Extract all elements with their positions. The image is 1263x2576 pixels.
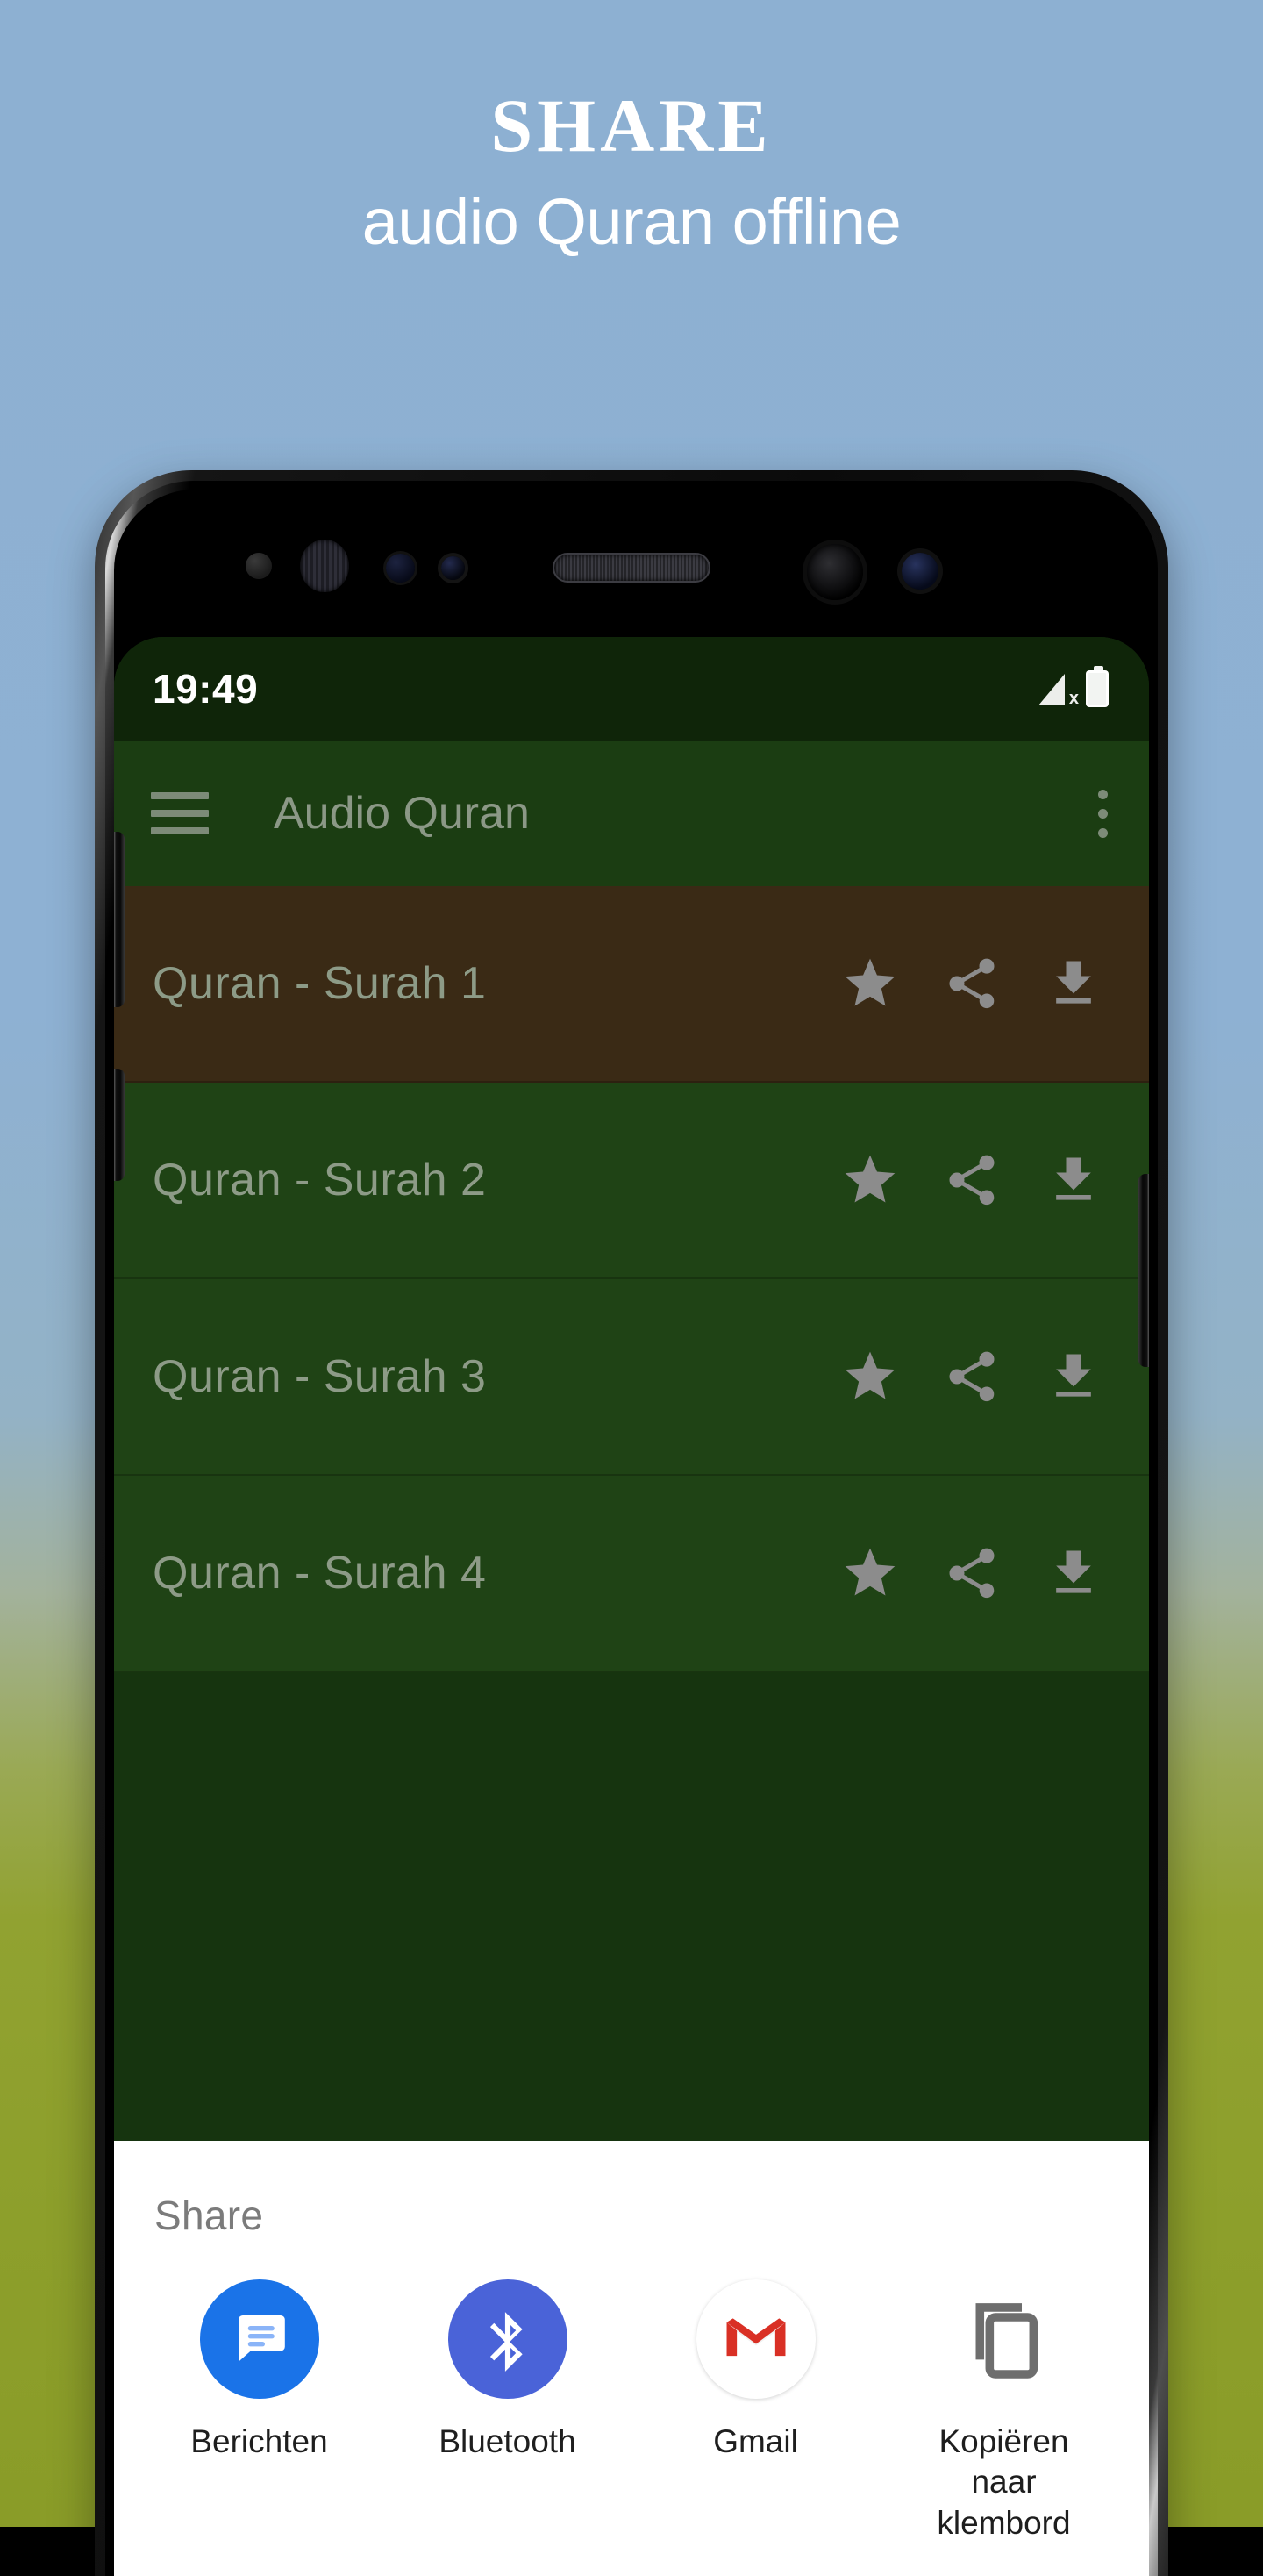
download-icon[interactable] (1044, 1543, 1103, 1603)
hamburger-menu-icon[interactable] (151, 792, 209, 834)
row-action-group (840, 954, 1103, 1013)
row-action-group (840, 1347, 1103, 1406)
share-target[interactable]: Berichten (135, 2279, 383, 2544)
share-icon[interactable] (942, 1347, 1002, 1406)
bluetooth-icon[interactable] (447, 2279, 567, 2399)
gmail-icon[interactable] (696, 2279, 816, 2399)
share-target-label: Kopiëren naar klembord (937, 2423, 1071, 2541)
share-icon[interactable] (942, 1543, 1002, 1603)
phone-bezel: 19:49 x Audio Quran Quran - Surah 1 Qura… (114, 490, 1149, 2576)
secondary-sensor-icon (902, 553, 938, 590)
share-sheet: Share Berichten Bluetooth Gmail Kopiëren na… (114, 2141, 1149, 2576)
download-icon[interactable] (1044, 1347, 1103, 1406)
share-target-label: Bluetooth (439, 2423, 576, 2459)
share-target[interactable]: Kopiëren naar klembord (880, 2279, 1128, 2544)
surah-title: Quran - Surah 3 (153, 1351, 487, 1402)
app-bar-title: Audio Quran (274, 788, 530, 839)
table-row[interactable]: Quran - Surah 2 (114, 1083, 1149, 1279)
table-row[interactable]: Quran - Surah 3 (114, 1279, 1149, 1476)
promo-title: SHARE (490, 83, 773, 168)
star-icon[interactable] (840, 954, 900, 1013)
share-target-label: Gmail (713, 2423, 798, 2459)
share-target-grid: Berichten Bluetooth Gmail Kopiëren naar kle… (114, 2239, 1149, 2576)
bixby-button[interactable] (114, 1069, 125, 1181)
promo-header: SHARE audio Quran offline (0, 0, 1263, 377)
phone-sensor-row (114, 490, 1149, 639)
app-bar: Audio Quran (114, 741, 1149, 886)
phone-device-frame: 19:49 x Audio Quran Quran - Surah 1 Qura… (95, 470, 1168, 2576)
status-bar-icons: x (1038, 666, 1109, 707)
battery-full-icon (1086, 666, 1109, 707)
share-icon[interactable] (942, 1150, 1002, 1210)
share-sheet-title: Share (154, 2193, 264, 2238)
table-row[interactable]: Quran - Surah 4 (114, 1476, 1149, 1672)
power-button[interactable] (1138, 1174, 1149, 1367)
surah-title: Quran - Surah 1 (153, 958, 487, 1009)
proximity-sensor-icon (246, 553, 272, 579)
share-target-label: Berichten (190, 2423, 328, 2459)
status-bar: 19:49 x (114, 637, 1149, 741)
share-icon[interactable] (942, 954, 1002, 1013)
signal-no-sim-icon: x (1038, 672, 1079, 707)
promo-subtitle: audio Quran offline (361, 185, 902, 258)
light-sensor-icon (386, 554, 415, 583)
download-icon[interactable] (1044, 954, 1103, 1013)
surah-title: Quran - Surah 4 (153, 1548, 487, 1599)
volume-button[interactable] (114, 832, 125, 1007)
overflow-menu-icon[interactable] (1096, 789, 1109, 838)
earpiece-speaker-icon (553, 553, 710, 583)
download-icon[interactable] (1044, 1150, 1103, 1210)
phone-glass-edge: 19:49 x Audio Quran Quran - Surah 1 Qura… (105, 481, 1158, 2576)
star-icon[interactable] (840, 1150, 900, 1210)
front-camera-icon (807, 544, 863, 600)
star-icon[interactable] (840, 1347, 900, 1406)
table-row[interactable]: Quran - Surah 1 (114, 886, 1149, 1083)
share-target[interactable]: Gmail (632, 2279, 880, 2544)
status-bar-clock: 19:49 (153, 666, 259, 712)
android-messages-icon[interactable] (199, 2279, 319, 2399)
row-action-group (840, 1150, 1103, 1210)
star-icon[interactable] (840, 1543, 900, 1603)
copy-to-clipboard-icon[interactable] (945, 2279, 1064, 2399)
surah-title: Quran - Surah 2 (153, 1155, 487, 1206)
row-action-group (840, 1543, 1103, 1603)
led-indicator-icon (441, 556, 465, 580)
iris-sensor-icon (300, 540, 349, 592)
share-target[interactable]: Bluetooth (383, 2279, 632, 2544)
